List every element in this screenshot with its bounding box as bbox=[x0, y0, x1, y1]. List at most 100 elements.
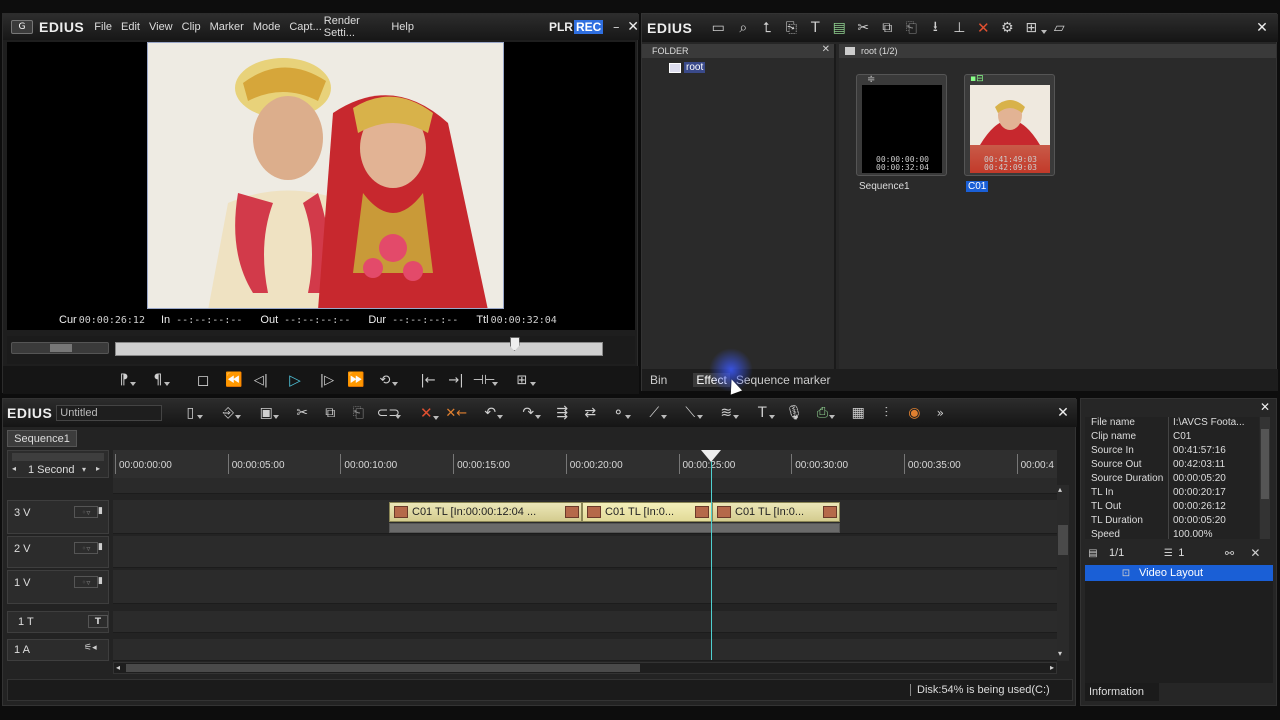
info-scrollbar[interactable] bbox=[1260, 417, 1270, 539]
close-icon[interactable]: ✕ bbox=[627, 19, 639, 35]
project-name-field[interactable]: Untitled bbox=[56, 405, 163, 421]
timeline-clip[interactable]: C01 TL [In:00:00:12:04 ... bbox=[389, 502, 582, 522]
set-out-icon[interactable]: ¶ bbox=[151, 372, 170, 388]
track-3v-mute-icon[interactable]: ▮ bbox=[98, 506, 103, 516]
play-icon[interactable]: ▷ bbox=[287, 371, 303, 389]
scale-left-arrow-icon[interactable]: ◂ bbox=[12, 464, 16, 473]
mixer-icon[interactable]: ≋ bbox=[718, 405, 740, 421]
cut-icon[interactable]: ✂ bbox=[852, 20, 874, 36]
hscroll-left-icon[interactable]: ◂ bbox=[116, 663, 120, 672]
delete-icon[interactable]: ✕ bbox=[972, 19, 994, 37]
goto-prev-edit-icon[interactable]: |← bbox=[419, 373, 437, 388]
timeline-clip[interactable]: C01 TL [In:0... bbox=[712, 502, 840, 522]
clip-thumbnail-sequence1[interactable]: ≑ 00:00:00:00 00:00:32:04 bbox=[856, 74, 947, 176]
rewind-icon[interactable]: ⏪ bbox=[225, 372, 243, 388]
clip-thumbnail-c01[interactable]: ▪⊟ 00:41:49:03 00:42:09:03 bbox=[964, 74, 1055, 176]
title-icon[interactable]: T bbox=[804, 20, 826, 36]
position-slider-knob[interactable] bbox=[509, 337, 520, 351]
bin-folder-icon[interactable]: ▱ bbox=[1048, 20, 1070, 36]
track-lane-2v[interactable] bbox=[113, 536, 1057, 568]
add-clip-icon[interactable]: ⎘ bbox=[780, 20, 802, 36]
scale-selector[interactable]: ◂ 1 Second ▾ ▸ bbox=[7, 450, 109, 478]
sync-mode-icon[interactable]: ⇄ bbox=[582, 405, 598, 421]
track-lane-1t[interactable] bbox=[113, 611, 1057, 633]
copy-icon[interactable]: ⧉ bbox=[876, 20, 898, 36]
microphone-icon[interactable]: 🎙 bbox=[785, 405, 803, 421]
timeline-cursor[interactable] bbox=[711, 450, 712, 660]
redo-icon[interactable]: ↷ bbox=[520, 405, 542, 421]
properties-icon[interactable]: ⚙ bbox=[996, 20, 1018, 36]
scale-zoom-bar[interactable] bbox=[12, 453, 104, 461]
track-1v-lock-icon[interactable]: ◦▿ bbox=[74, 576, 98, 588]
set-video-icon[interactable]: ⚬ bbox=[610, 405, 632, 421]
folder-pane-close-icon[interactable]: ✕ bbox=[822, 44, 830, 55]
track-2v-mute-icon[interactable]: ▮ bbox=[98, 542, 103, 552]
menu-render-settings[interactable]: Render Setti... bbox=[324, 15, 383, 39]
stop-icon[interactable]: ◻ bbox=[195, 371, 211, 389]
track-header-1t[interactable]: 1 T T bbox=[7, 611, 109, 633]
menu-capture[interactable]: Capt... bbox=[289, 21, 321, 33]
goto-next-edit-icon[interactable]: →| bbox=[447, 373, 465, 388]
info-scroll-thumb[interactable] bbox=[1261, 429, 1269, 499]
shuttle-slider[interactable] bbox=[11, 342, 109, 354]
track-2v-lock-icon[interactable]: ◦▿ bbox=[74, 542, 98, 554]
track-1a-audio-icon[interactable]: ⚟◂ bbox=[84, 643, 97, 653]
undo-icon[interactable]: ↶ bbox=[482, 405, 504, 421]
track-header-1v[interactable]: 1 V ◦▿ ▮ bbox=[7, 570, 109, 604]
audio-mixer-icon[interactable]: ⫶ bbox=[878, 405, 894, 421]
copy-clip-icon[interactable]: ⧉ bbox=[322, 405, 338, 421]
vscroll-up-icon[interactable]: ▴ bbox=[1058, 485, 1062, 494]
menu-clip[interactable]: Clip bbox=[182, 21, 201, 33]
menu-edit[interactable]: Edit bbox=[121, 21, 140, 33]
set-in-icon[interactable]: ⁋ bbox=[117, 372, 136, 388]
hscroll-thumb[interactable] bbox=[126, 664, 640, 672]
open-project-icon[interactable]: ⎆ bbox=[220, 405, 242, 421]
track-header-2v[interactable]: 2 V ◦▿ ▮ bbox=[7, 536, 109, 568]
position-bar[interactable] bbox=[115, 337, 603, 356]
rec-button[interactable]: REC bbox=[573, 20, 604, 34]
timeline-close-icon[interactable]: ✕ bbox=[1057, 405, 1069, 421]
track-lane-1v[interactable] bbox=[113, 570, 1057, 604]
timeline-vertical-scrollbar[interactable]: ▴ ▾ bbox=[1057, 485, 1069, 661]
timeline-horizontal-scrollbar[interactable]: ◂ ▸ bbox=[113, 662, 1057, 674]
bin-close-icon[interactable]: ✕ bbox=[1256, 20, 1268, 36]
new-sequence-icon[interactable]: ▯ bbox=[182, 405, 204, 421]
hscroll-right-icon[interactable]: ▸ bbox=[1050, 663, 1054, 672]
export-icon[interactable]: ⎙ bbox=[814, 405, 836, 421]
tab-bin[interactable]: Bin bbox=[650, 373, 667, 387]
save-icon[interactable]: ▣ bbox=[258, 405, 280, 421]
fast-forward-icon[interactable]: ⏩ bbox=[347, 372, 365, 388]
ripple-delete-icon[interactable]: ✕← bbox=[445, 406, 467, 421]
more-icon[interactable]: » bbox=[932, 406, 948, 420]
remove-filter-icon[interactable]: ✕ bbox=[1248, 546, 1262, 560]
track-header-3v[interactable]: 3 V ◦▿ ▮ bbox=[7, 500, 109, 534]
color-bars-icon[interactable]: ▤ bbox=[828, 20, 850, 36]
folder-icon[interactable]: ▭ bbox=[708, 20, 728, 36]
plr-button[interactable]: PLR bbox=[549, 20, 573, 34]
grid-icon[interactable]: ▦ bbox=[850, 405, 866, 421]
loop-play-icon[interactable]: ⟲ bbox=[377, 373, 398, 388]
add-to-timeline-icon[interactable]: ⭳ bbox=[924, 16, 946, 40]
timeline-clip[interactable]: C01 TL [In:0... bbox=[582, 502, 712, 522]
menu-view[interactable]: View bbox=[149, 21, 173, 33]
render-icon[interactable]: ◉ bbox=[906, 405, 922, 421]
search-icon[interactable]: ⌕ bbox=[732, 20, 754, 36]
audio-crossfade-icon[interactable]: ⟍ bbox=[682, 405, 704, 421]
vscroll-thumb[interactable] bbox=[1058, 525, 1068, 555]
root-folder-item[interactable]: root bbox=[669, 62, 706, 73]
track-header-1a[interactable]: 1 A ⚟◂ bbox=[7, 639, 109, 661]
menu-help[interactable]: Help bbox=[391, 21, 414, 33]
track-3v-lock-icon[interactable]: ◦▿ bbox=[74, 506, 98, 518]
timeline-ruler[interactable]: 00:00:00:00 00:00:05:00 00:00:10:00 00:00:1… bbox=[113, 450, 1057, 478]
sequence-tab[interactable]: Sequence1 bbox=[7, 430, 77, 447]
step-forward-icon[interactable]: |▷ bbox=[319, 373, 335, 388]
scale-dropdown-icon[interactable]: ▾ bbox=[82, 465, 86, 474]
title-create-icon[interactable]: T bbox=[754, 405, 776, 421]
link-group-icon[interactable]: ⊂⊃ bbox=[377, 405, 402, 421]
step-back-icon[interactable]: ◁| bbox=[253, 373, 269, 388]
link-icon[interactable]: ⚯ bbox=[1222, 547, 1236, 560]
up-folder-icon[interactable]: ⮤ bbox=[756, 20, 778, 36]
insert-to-timeline-icon[interactable]: ⊥ bbox=[948, 20, 970, 36]
insert-icon[interactable]: ⊣⊢ bbox=[473, 373, 498, 388]
paste-clip-icon[interactable]: ⎗ bbox=[350, 405, 366, 421]
